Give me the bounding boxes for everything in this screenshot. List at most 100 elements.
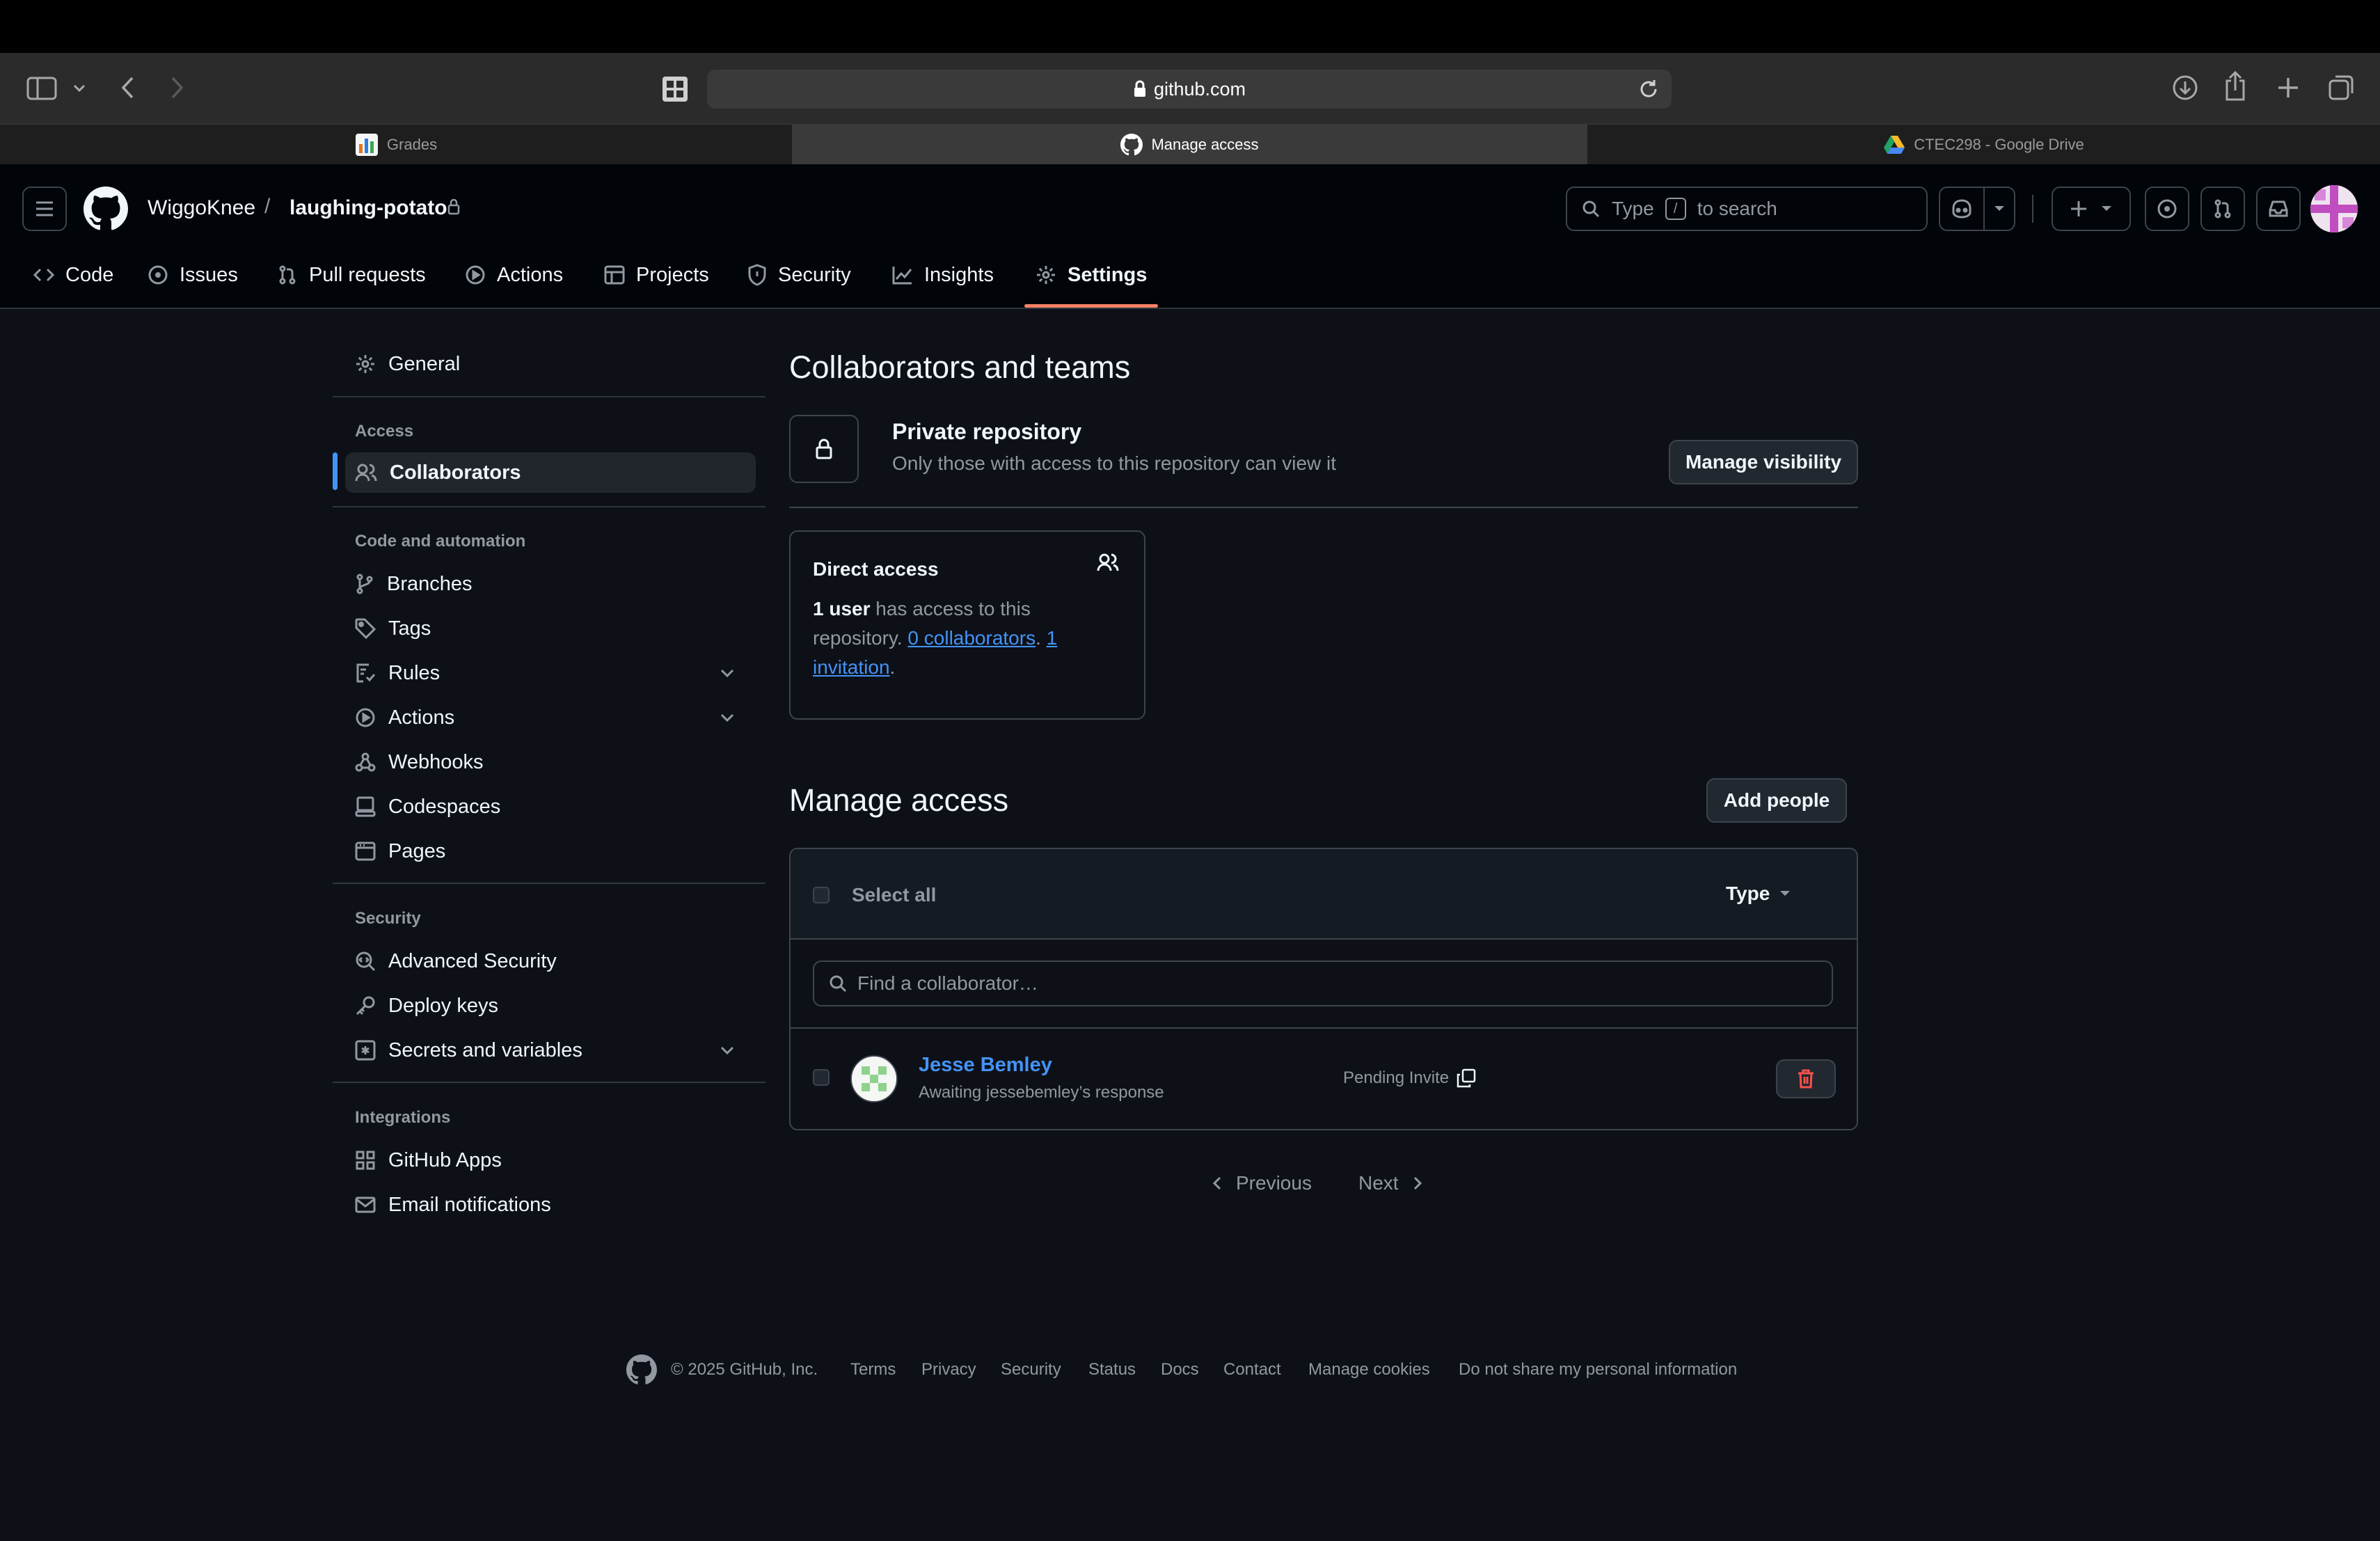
sidebar-item-webhooks[interactable]: Webhooks bbox=[345, 742, 756, 782]
reload-icon[interactable] bbox=[1638, 79, 1659, 100]
pagination-next[interactable]: Next bbox=[1358, 1172, 1422, 1194]
collaborators-link[interactable]: 0 collaborators bbox=[907, 627, 1036, 649]
avatar[interactable] bbox=[850, 1055, 898, 1103]
sidebar-item-secrets-variables[interactable]: Secrets and variables bbox=[345, 1030, 756, 1070]
tab-settings[interactable]: Settings bbox=[1036, 259, 1147, 291]
tab-code[interactable]: Code bbox=[33, 259, 113, 291]
sidebar-item-codespaces[interactable]: Codespaces bbox=[345, 787, 756, 827]
sidebar-heading-code-automation: Code and automation bbox=[355, 532, 526, 551]
tab-security[interactable]: Security bbox=[747, 259, 851, 291]
tab-favicon-grid-icon[interactable] bbox=[661, 75, 689, 103]
type-filter-dropdown[interactable]: Type bbox=[1726, 883, 1791, 905]
sidebar-item-collaborators[interactable]: Collaborators bbox=[345, 452, 756, 493]
footer-link-status[interactable]: Status bbox=[1088, 1360, 1136, 1380]
github-logo-icon[interactable] bbox=[84, 187, 128, 231]
sidebar-item-label: GitHub Apps bbox=[388, 1148, 502, 1171]
search-input[interactable]: Type / to search bbox=[1566, 187, 1928, 231]
footer-link-contact[interactable]: Contact bbox=[1223, 1360, 1281, 1380]
sidebar-item-label: Codespaces bbox=[388, 795, 501, 818]
sidebar-item-deploy-keys[interactable]: Deploy keys bbox=[345, 986, 756, 1026]
sidebar-heading-integrations: Integrations bbox=[355, 1108, 451, 1127]
manage-visibility-button[interactable]: Manage visibility bbox=[1669, 440, 1858, 484]
tab-insights[interactable]: Insights bbox=[892, 259, 994, 291]
search-icon bbox=[1581, 199, 1601, 219]
sidebar-toggle-icon[interactable] bbox=[26, 77, 57, 100]
github-logo-icon[interactable] bbox=[626, 1354, 657, 1385]
select-all-checkbox[interactable] bbox=[813, 887, 830, 903]
tab-projects[interactable]: Projects bbox=[604, 259, 709, 291]
row-checkbox[interactable] bbox=[813, 1069, 830, 1086]
tab-issues[interactable]: Issues bbox=[148, 259, 238, 291]
menu-button[interactable] bbox=[22, 187, 67, 231]
find-collaborator-input[interactable]: Find a collaborator… bbox=[813, 961, 1833, 1006]
sidebar-item-pages[interactable]: Pages bbox=[345, 831, 756, 871]
type-filter-label: Type bbox=[1726, 883, 1770, 904]
selected-indicator bbox=[333, 452, 338, 490]
code-icon bbox=[33, 267, 54, 283]
footer-link-terms[interactable]: Terms bbox=[850, 1360, 896, 1380]
chevron-down-icon bbox=[720, 713, 735, 722]
chevron-down-icon bbox=[2100, 205, 2113, 213]
breadcrumb-separator: / bbox=[264, 195, 271, 218]
collaborator-subtitle: Awaiting jessebemley’s response bbox=[919, 1083, 1164, 1102]
people-icon bbox=[1097, 553, 1119, 572]
tab-actions[interactable]: Actions bbox=[465, 259, 563, 291]
footer-link-docs[interactable]: Docs bbox=[1161, 1360, 1199, 1380]
tab-overview-icon[interactable] bbox=[2327, 74, 2355, 102]
add-people-button[interactable]: Add people bbox=[1706, 778, 1847, 823]
share-icon[interactable] bbox=[2223, 71, 2248, 102]
sidebar-item-email-notifications[interactable]: Email notifications bbox=[345, 1185, 756, 1225]
browser-tab-google-drive[interactable]: CTEC298 - Google Drive bbox=[1587, 125, 2380, 165]
back-icon[interactable] bbox=[120, 75, 136, 100]
issue-icon bbox=[2157, 198, 2177, 219]
sidebar-item-label: Secrets and variables bbox=[388, 1038, 582, 1061]
sidebar-item-branches[interactable]: Branches bbox=[345, 564, 756, 604]
github-mark-icon bbox=[1120, 134, 1143, 156]
browser-tab-grades[interactable]: Grades bbox=[0, 125, 792, 165]
sidebar-item-rules[interactable]: Rules bbox=[345, 653, 756, 693]
select-all-label[interactable]: Select all bbox=[852, 884, 936, 906]
collaborator-name[interactable]: Jesse Bemley bbox=[919, 1054, 1052, 1077]
sidebar-item-general[interactable]: General bbox=[345, 344, 756, 384]
section-divider bbox=[789, 507, 1858, 508]
footer-link-privacy[interactable]: Privacy bbox=[921, 1360, 976, 1380]
invite-status: Pending Invite bbox=[1343, 1068, 1477, 1089]
address-bar[interactable]: github.com bbox=[707, 70, 1672, 109]
copy-icon[interactable] bbox=[1456, 1068, 1477, 1089]
footer-link-manage-cookies[interactable]: Manage cookies bbox=[1308, 1360, 1430, 1380]
direct-access-title: Direct access bbox=[813, 558, 939, 580]
pull-requests-button[interactable] bbox=[2200, 187, 2245, 231]
issues-button[interactable] bbox=[2145, 187, 2189, 231]
table-row: Jesse Bemley Awaiting jessebemley’s resp… bbox=[791, 1029, 1857, 1129]
manage-access-title: Manage access bbox=[789, 782, 1009, 818]
create-new-button[interactable] bbox=[2052, 187, 2131, 231]
new-tab-icon[interactable] bbox=[2276, 75, 2301, 100]
forward-icon[interactable] bbox=[168, 75, 185, 100]
footer-link-security[interactable]: Security bbox=[1001, 1360, 1061, 1380]
sidebar-item-actions[interactable]: Actions bbox=[345, 697, 756, 738]
sidebar-divider bbox=[333, 506, 765, 507]
sidebar-item-advanced-security[interactable]: Advanced Security bbox=[345, 941, 756, 981]
breadcrumb-repo[interactable]: laughing-potato bbox=[289, 196, 447, 220]
avatar[interactable] bbox=[2310, 185, 2358, 232]
tab-label: Security bbox=[778, 263, 851, 286]
inbox-button[interactable] bbox=[2256, 187, 2301, 231]
browser-tab-manage-access[interactable]: Manage access bbox=[792, 125, 1587, 165]
copilot-button[interactable] bbox=[1939, 187, 2015, 231]
sidebar-item-github-apps[interactable]: GitHub Apps bbox=[345, 1140, 756, 1180]
chevron-down-icon[interactable] bbox=[72, 84, 86, 93]
table-search-row: Find a collaborator… bbox=[791, 940, 1857, 1029]
footer-link-do-not-share[interactable]: Do not share my personal information bbox=[1459, 1360, 1737, 1380]
tab-label: Code bbox=[65, 263, 114, 286]
tab-label: Insights bbox=[924, 263, 994, 286]
tab-pull-requests[interactable]: Pull requests bbox=[277, 259, 426, 291]
pagination-previous[interactable]: Previous bbox=[1212, 1172, 1312, 1194]
sidebar-divider bbox=[333, 396, 765, 397]
caret-down-icon bbox=[1779, 890, 1791, 897]
download-icon[interactable] bbox=[2171, 74, 2199, 102]
breadcrumb-owner[interactable]: WiggoKnee bbox=[148, 196, 255, 220]
tab-label: Projects bbox=[636, 263, 709, 286]
remove-collaborator-button[interactable] bbox=[1776, 1059, 1836, 1098]
sidebar-item-tags[interactable]: Tags bbox=[345, 608, 756, 649]
direct-access-card: Direct access 1 user has access to this … bbox=[789, 530, 1145, 720]
